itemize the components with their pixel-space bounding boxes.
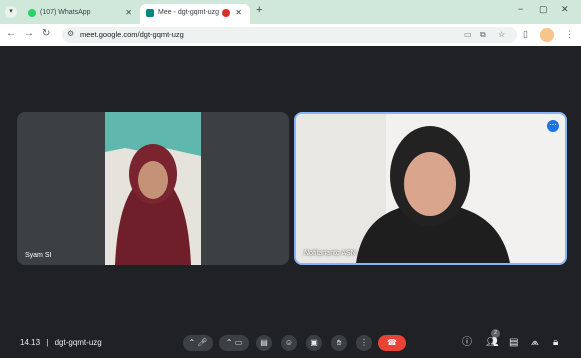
- present-button[interactable]: ▣: [306, 335, 322, 351]
- raise-hand-button[interactable]: ✋︎: [331, 335, 347, 351]
- chat-icon[interactable]: ▤: [509, 336, 518, 350]
- leave-call-button[interactable]: ☎: [378, 335, 406, 351]
- meet-icon: [146, 9, 154, 17]
- people-icon[interactable]: 👥︎: [486, 336, 499, 350]
- emoji-icon: ☺: [284, 338, 294, 347]
- close-window-button[interactable]: ✕: [561, 4, 569, 15]
- tab-title: (107) WhatsApp: [40, 9, 91, 16]
- participant-name: Nofitarianto ASN: [304, 250, 356, 257]
- tab-title: Mee - dgt-gqmt-uzg: [158, 9, 220, 16]
- menu-icon[interactable]: ⋮: [565, 28, 574, 40]
- more-vert-icon: ⋮: [360, 338, 368, 347]
- participant-video: [296, 114, 565, 263]
- tab-search-icon[interactable]: ▾: [5, 6, 17, 18]
- meeting-details-icon[interactable]: ⓘ: [462, 336, 472, 350]
- cast-icon[interactable]: ▭: [464, 29, 472, 41]
- new-tab-button[interactable]: +: [256, 4, 262, 16]
- emoji-button[interactable]: ☺: [281, 335, 297, 351]
- separator: |: [46, 338, 49, 347]
- url-text[interactable]: meet.google.com/dgt-gqmt-uzg: [80, 29, 184, 41]
- whatsapp-icon: [28, 9, 36, 17]
- meeting-time: 14.13: [20, 338, 41, 347]
- participant-video: [105, 112, 201, 265]
- microphone-icon[interactable]: 🎤︎: [197, 338, 207, 347]
- tune-icon[interactable]: ⚙: [67, 29, 74, 38]
- hand-icon: ✋︎: [336, 338, 342, 347]
- forward-button[interactable]: →: [24, 28, 34, 40]
- tab-strip: ▾ (107) WhatsApp ✕ Mee - dgt-gqmt-uzg ✕ …: [0, 0, 581, 24]
- bookmark-star-icon[interactable]: ☆: [498, 29, 505, 41]
- reload-button[interactable]: ↻: [42, 28, 50, 40]
- microphone-button[interactable]: ⌃ 🎤︎: [183, 335, 213, 351]
- captions-icon: ▤: [260, 338, 268, 347]
- meet-stage: Syam SI ⋯ Nofitarianto ASN 14.13 | dgt-g…: [0, 46, 581, 358]
- present-screen-icon: ▣: [310, 338, 318, 347]
- browser-window: ▾ (107) WhatsApp ✕ Mee - dgt-gqmt-uzg ✕ …: [0, 0, 581, 358]
- more-options-icon[interactable]: ⋯: [547, 120, 559, 132]
- chevron-up-icon[interactable]: ⌃: [226, 338, 233, 347]
- participant-name: Syam SI: [25, 252, 52, 259]
- close-icon[interactable]: ✕: [125, 4, 132, 22]
- recording-icon: [222, 9, 230, 17]
- tab-meet[interactable]: Mee - dgt-gqmt-uzg ✕: [140, 4, 250, 24]
- captions-button[interactable]: ▤: [256, 335, 272, 351]
- host-controls-icon[interactable]: 🔒︎: [553, 336, 558, 350]
- back-button[interactable]: ←: [6, 28, 16, 40]
- address-bar[interactable]: ⚙ meet.google.com/dgt-gqmt-uzg ▭ ⧉ ☆: [62, 27, 517, 43]
- browser-toolbar: ← → ↻ ⚙ meet.google.com/dgt-gqmt-uzg ▭ ⧉…: [0, 24, 581, 46]
- activities-icon[interactable]: ⩕: [531, 336, 539, 350]
- meeting-info: 14.13 | dgt-gqmt-uzg: [20, 338, 102, 347]
- camera-icon[interactable]: ▭: [235, 338, 243, 347]
- meeting-code: dgt-gqmt-uzg: [54, 338, 102, 347]
- chevron-up-icon[interactable]: ⌃: [188, 338, 195, 347]
- close-icon[interactable]: ✕: [235, 4, 242, 22]
- translate-icon[interactable]: ⧉: [480, 29, 486, 41]
- participant-tile[interactable]: Syam SI: [17, 112, 289, 265]
- participant-tile-active[interactable]: ⋯ Nofitarianto ASN: [294, 112, 567, 265]
- camera-button[interactable]: ⌃ ▭: [219, 335, 249, 351]
- restore-button[interactable]: ▢: [539, 4, 548, 15]
- sidebar-icon[interactable]: ▯: [523, 28, 528, 40]
- tab-whatsapp[interactable]: (107) WhatsApp ✕: [22, 4, 140, 24]
- more-options-button[interactable]: ⋮: [356, 335, 372, 351]
- call-end-icon: ☎: [387, 338, 397, 347]
- meet-control-bar: 14.13 | dgt-gqmt-uzg ⌃ 🎤︎ ⌃ ▭ ▤ ☺ ▣ ✋︎ ⋮…: [0, 328, 581, 358]
- profile-avatar[interactable]: [540, 28, 554, 42]
- minimize-button[interactable]: −: [518, 4, 523, 14]
